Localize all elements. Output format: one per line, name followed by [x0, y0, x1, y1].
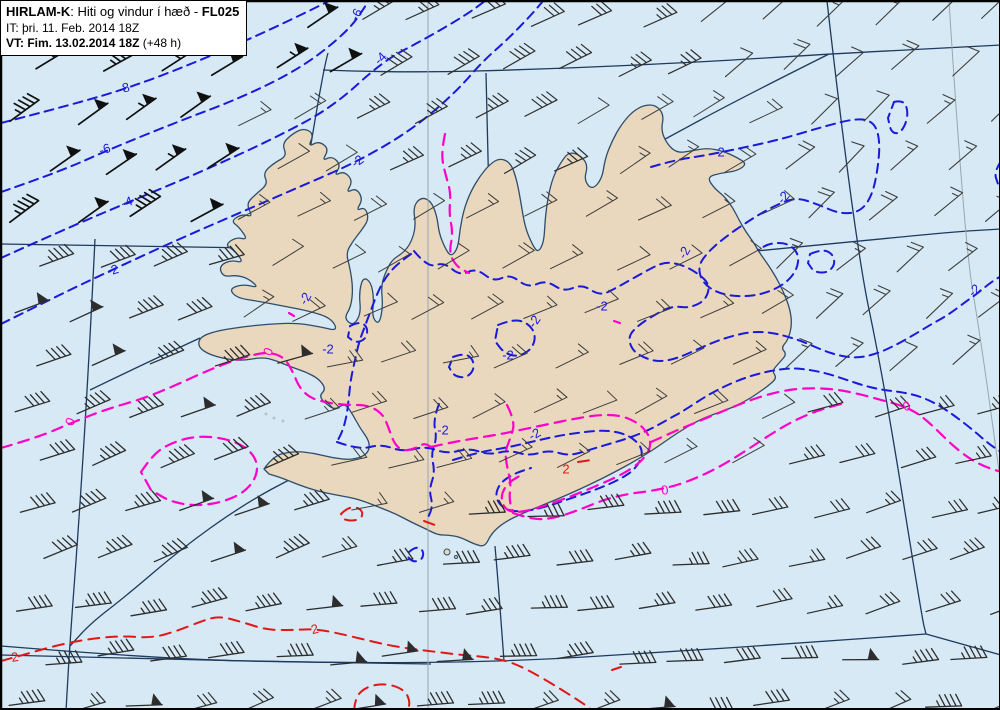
contour-label: -2 [437, 422, 449, 437]
valid-time: VT: Fim. 13.02.2014 18Z [6, 35, 140, 50]
contour-label: -2 [713, 144, 725, 159]
weather-map-canvas: -8-6-6-4-4-2-2 -2-2-2-2-2-2-2-2-2 -2-20000… [1, 1, 999, 709]
map-title: HIRLAM-K: Hiti og vindur í hæð - FL025 [6, 4, 239, 21]
skerry [264, 412, 268, 416]
weather-map-frame: -8 -6 -6 -4 -4 -2 -2 -2 -2 -2 -2 -2 -2 -2 -2 -2 -2 -2 0 0 0 0… [0, 0, 1000, 710]
model-name: HIRLAM-K [6, 4, 71, 19]
title-text: : Hiti og vindur í hæð - [70, 4, 202, 19]
title-box: HIRLAM-K: Hiti og vindur í hæð - FL025 I… [1, 1, 248, 57]
contour-label: -2 [502, 347, 514, 362]
island [443, 548, 451, 556]
island [454, 555, 458, 559]
skerry [272, 416, 276, 420]
init-time: IT: þri. 11. Feb. 2014 18Z [6, 20, 140, 35]
lead-time: (+48 h) [139, 35, 182, 50]
skerry [281, 419, 285, 423]
valid-time-line: VT: Fim. 13.02.2014 18Z (+48 h) [6, 36, 239, 51]
contour-label: -2 [322, 341, 334, 356]
contour-label: -2 [596, 298, 608, 313]
level-label: FL025 [201, 4, 240, 19]
contour-label: 2 [562, 461, 569, 476]
